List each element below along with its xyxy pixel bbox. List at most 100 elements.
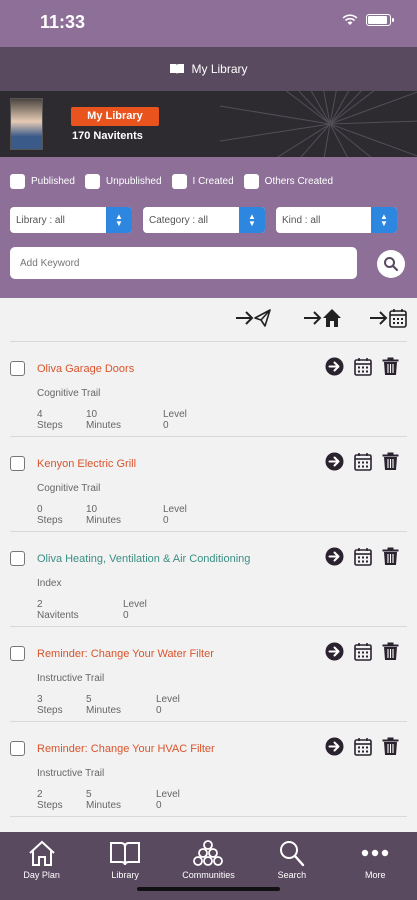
battery-icon [366,14,394,26]
trash-icon[interactable] [382,642,399,661]
item-actions [325,357,399,376]
item-checkbox[interactable] [10,456,25,471]
tab-more[interactable]: More [334,832,417,900]
published-checkbox[interactable] [10,174,25,189]
tab-day-plan[interactable]: Day Plan [0,832,83,900]
item-checkbox[interactable] [10,551,25,566]
calendar-icon[interactable] [354,547,372,566]
item-meta-value: 0 Steps [37,504,63,526]
go-arrow-icon[interactable] [325,547,344,566]
calendar-icon[interactable] [354,642,372,661]
category-select[interactable]: Category : all ▲ ▼ [143,207,265,233]
list-item[interactable]: Oliva Heating, Ventilation & Air Conditi… [10,531,407,626]
kind-select-label: Kind : all [282,215,321,226]
send-home-icon[interactable] [302,307,342,329]
status-bar: 11:33 [0,0,417,47]
go-arrow-icon[interactable] [325,642,344,661]
tab-day-plan-label: Day Plan [23,870,60,880]
i-created-checkbox[interactable] [171,174,187,189]
list-item[interactable]: Reminder: Change Your HVAC Filter Instru… [10,721,407,816]
tab-search-label: Search [277,870,307,880]
search-icon [384,257,399,272]
item-title[interactable]: Reminder: Change Your HVAC Filter [37,743,215,755]
trash-icon[interactable] [382,357,399,376]
item-meta-value: Level 0 [163,409,187,431]
list-item[interactable]: Reminder: Change Your Water Filter Instr… [10,626,407,721]
send-calendar-icon[interactable] [368,307,408,329]
tab-communities-label: Communities [182,870,235,880]
title-bar: My Library [0,47,417,91]
library-select-label: Library : all [16,215,65,226]
go-arrow-icon[interactable] [325,737,344,756]
item-meta-value: Level 0 [123,599,147,621]
chevron-updown-icon: ▲ ▼ [371,207,397,233]
filter-panel: Published Unpublished I Created Others C… [0,157,417,298]
home-indicator [137,887,280,891]
keyword-input[interactable] [10,247,357,279]
item-meta-value: 10 Minutes [86,504,122,526]
item-meta-value: 5 Minutes [86,694,122,716]
item-actions [325,547,399,566]
calendar-icon[interactable] [354,357,372,376]
wifi-icon [342,14,358,25]
library-badge: My Library [71,107,159,126]
calendar-icon[interactable] [354,452,372,471]
list-item[interactable]: Oliva Garage Doors Cognitive Trail 4 Ste… [10,341,407,436]
item-meta-value: 2 Navitents [37,599,79,621]
item-actions [325,452,399,471]
go-arrow-icon[interactable] [325,452,344,471]
chevron-updown-icon: ▲ ▼ [106,207,132,233]
trash-icon[interactable] [382,452,399,471]
i-created-label: I Created [192,176,234,187]
book-icon [170,64,185,74]
item-checkbox[interactable] [10,646,25,661]
page-title: My Library [191,62,248,76]
chevron-updown-icon: ▲ ▼ [239,207,265,233]
item-meta-value: 5 Minutes [86,789,122,811]
item-meta-value: Level 0 [156,694,180,716]
item-title[interactable]: Reminder: Change Your Water Filter [37,648,214,660]
item-checkbox[interactable] [10,741,25,756]
tab-more-label: More [364,870,386,880]
filter-checkboxes: Published Unpublished I Created Others C… [10,174,343,189]
kind-select[interactable]: Kind : all ▲ ▼ [276,207,397,233]
status-time: 11:33 [40,12,86,32]
item-title[interactable]: Kenyon Electric Grill [37,458,136,470]
search-button[interactable] [377,250,405,278]
calendar-icon[interactable] [354,737,372,756]
item-title[interactable]: Oliva Garage Doors [37,363,134,375]
item-checkbox[interactable] [10,361,25,376]
item-actions [325,737,399,756]
category-select-label: Category : all [149,215,208,226]
others-created-label: Others Created [264,176,334,187]
bulk-actions [0,307,417,331]
item-type: Cognitive Trail [37,388,101,399]
trash-icon[interactable] [382,547,399,566]
trash-icon[interactable] [382,737,399,756]
library-select[interactable]: Library : all ▲ ▼ [10,207,132,233]
more-icon [362,849,389,857]
status-icons [342,14,394,26]
item-title[interactable]: Oliva Heating, Ventilation & Air Conditi… [37,553,250,565]
item-type: Index [37,578,62,589]
others-created-checkbox[interactable] [243,174,259,189]
item-meta-value: 3 Steps [37,694,63,716]
send-to-icon[interactable] [234,307,272,329]
banner-background [219,91,417,157]
navitent-list: Oliva Garage Doors Cognitive Trail 4 Ste… [10,341,407,817]
list-divider [10,816,407,817]
item-meta-value: Level 0 [156,789,180,811]
unpublished-checkbox[interactable] [84,174,100,189]
communities-icon [193,840,224,866]
list-item[interactable]: Kenyon Electric Grill Cognitive Trail 0 … [10,436,407,531]
item-type: Instructive Trail [37,673,105,684]
item-meta-value: 4 Steps [37,409,63,431]
go-arrow-icon[interactable] [325,357,344,376]
avatar[interactable] [10,98,43,150]
item-type: Instructive Trail [37,768,105,779]
navitent-count: 170 Navitents [72,130,143,142]
item-type: Cognitive Trail [37,483,101,494]
house-icon [29,840,55,866]
magnifier-icon [279,841,305,867]
published-label: Published [31,176,75,187]
